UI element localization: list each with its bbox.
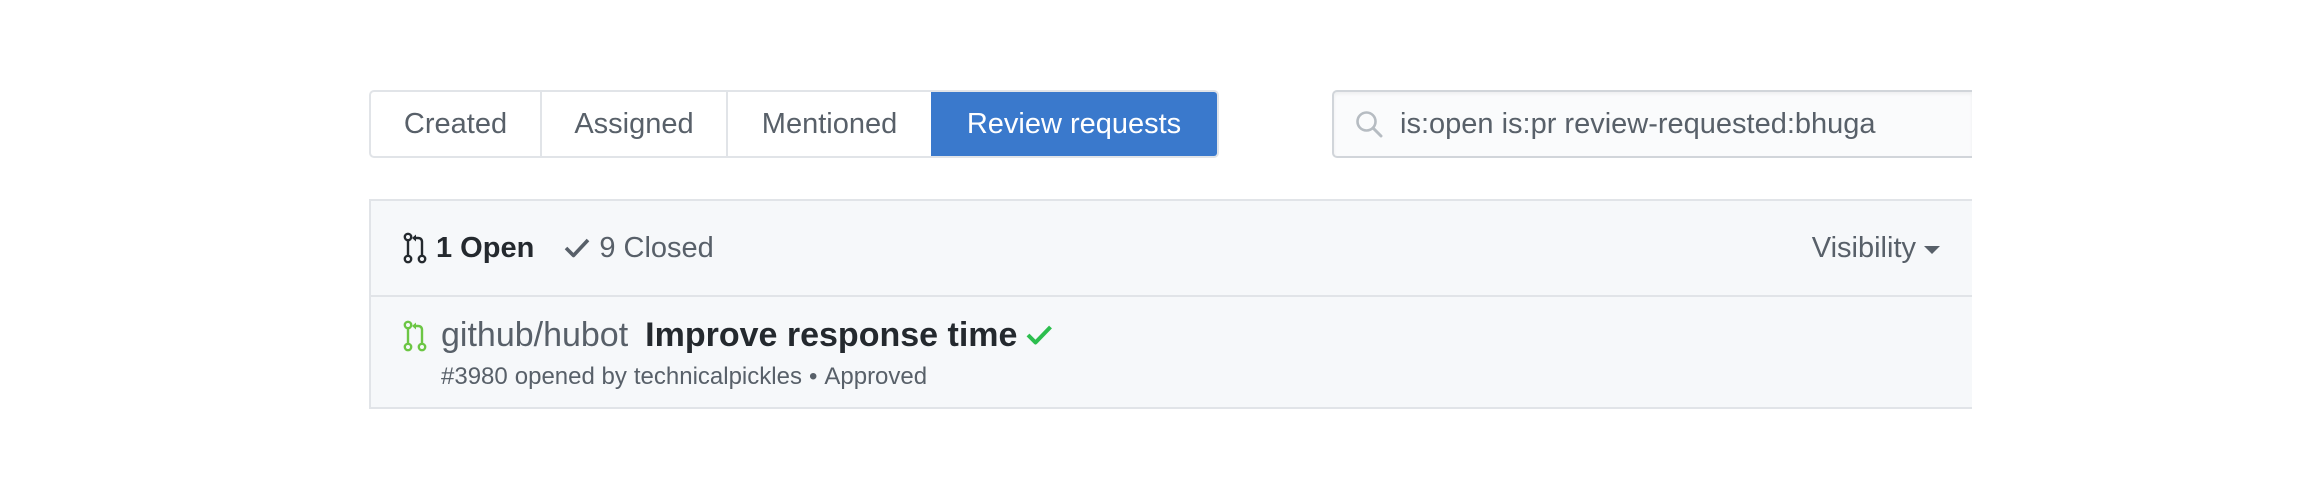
- author-link[interactable]: technicalpickles: [634, 363, 802, 391]
- open-filter-link[interactable]: 1 Open: [403, 232, 534, 265]
- tab-review-requests-label: Review requests: [966, 107, 1182, 140]
- tab-created[interactable]: Created: [371, 92, 540, 156]
- search-icon: [1352, 107, 1386, 141]
- open-pull-request-icon: [403, 320, 427, 352]
- pull-request-title-link[interactable]: Improve response time: [645, 316, 1017, 355]
- list-item-body: github/hubot Improve response time #3980…: [441, 297, 1053, 391]
- list-item: github/hubot Improve response time #3980…: [371, 297, 1972, 407]
- tab-mentioned-label: Mentioned: [761, 107, 898, 140]
- check-icon[interactable]: [1025, 323, 1053, 347]
- review-status: Approved: [824, 363, 928, 390]
- pull-request-number: #3980: [441, 363, 508, 390]
- tab-created-label: Created: [403, 107, 508, 140]
- closed-count-label: 9 Closed: [599, 231, 714, 264]
- search-input[interactable]: [1400, 104, 1972, 144]
- closed-filter-link[interactable]: 9 Closed: [564, 231, 714, 265]
- list-item-meta: #3980 opened by technicalpickles • Appro…: [441, 363, 1053, 391]
- filter-tabs: Created Assigned Mentioned Review reques…: [369, 90, 1219, 158]
- tab-assigned-label: Assigned: [574, 107, 694, 140]
- tab-mentioned[interactable]: Mentioned: [726, 92, 931, 156]
- list-header: 1 Open 9 Closed Visibility: [371, 201, 1972, 297]
- visibility-label: Visibility: [1811, 231, 1916, 264]
- search-box: [1332, 90, 1972, 158]
- open-count-label: 1 Open: [436, 231, 535, 264]
- tab-assigned[interactable]: Assigned: [540, 92, 726, 156]
- check-icon: [564, 237, 590, 259]
- tab-review-requests[interactable]: Review requests: [931, 92, 1217, 156]
- meta-separator: •: [808, 363, 818, 390]
- opened-by-text: opened by: [514, 363, 627, 390]
- caret-down-icon: [1924, 245, 1940, 254]
- repo-link[interactable]: github/hubot: [441, 316, 628, 355]
- visibility-dropdown[interactable]: Visibility: [1812, 232, 1940, 265]
- issues-dashboard: Created Assigned Mentioned Review reques…: [0, 0, 2300, 500]
- pull-requests-list: 1 Open 9 Closed Visibility github/hubot …: [369, 199, 1972, 409]
- list-item-title-line: github/hubot Improve response time: [441, 313, 1053, 357]
- pull-request-icon: [403, 232, 427, 264]
